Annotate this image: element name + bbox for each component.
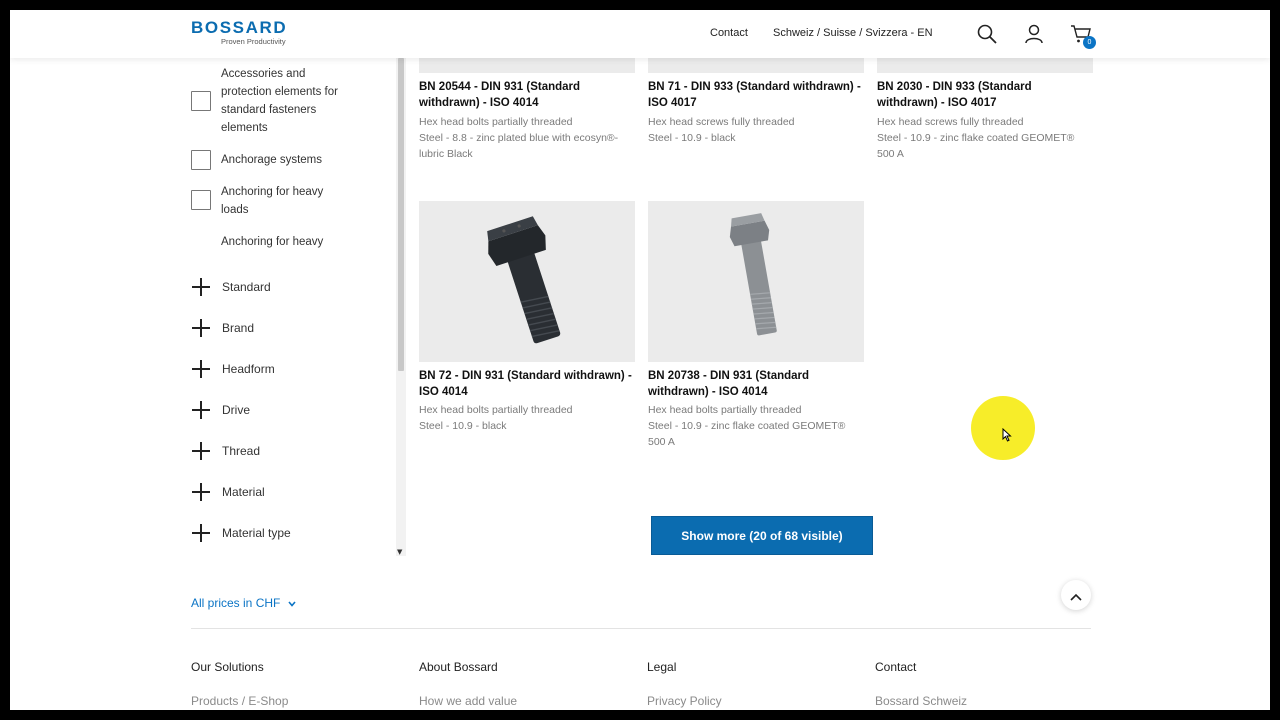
product-spec: Steel - 10.9 - black bbox=[419, 420, 507, 432]
product-spec: Steel - 10.9 - zinc flake coated GEOMET®… bbox=[877, 132, 1075, 160]
plus-icon bbox=[191, 482, 211, 502]
bossard-logo[interactable]: BOSSARD Proven Productivity bbox=[191, 19, 287, 47]
user-icon[interactable] bbox=[1023, 23, 1045, 45]
currency-selector[interactable]: All prices in CHF bbox=[191, 596, 296, 610]
product-type: Hex head screws fully threaded bbox=[877, 116, 1024, 128]
product-type: Hex head screws fully threaded bbox=[648, 116, 795, 128]
product-type: Hex head bolts partially threaded bbox=[648, 404, 802, 416]
plus-icon bbox=[191, 359, 211, 379]
site-header: BOSSARD Proven Productivity Contact Schw… bbox=[10, 10, 1270, 58]
checkbox[interactable] bbox=[191, 91, 211, 111]
filter-option-anchoring-heavy-loads[interactable]: Anchoring for heavy loads bbox=[191, 183, 351, 219]
facet-headform[interactable]: Headform bbox=[191, 359, 275, 379]
product-spec: Steel - 10.9 - zinc flake coated GEOMET®… bbox=[648, 420, 846, 448]
facet-standard[interactable]: Standard bbox=[191, 277, 271, 297]
footer-heading-about-bossard: About Bossard bbox=[419, 660, 498, 674]
checkbox[interactable] bbox=[191, 190, 211, 210]
product-image[interactable] bbox=[648, 58, 864, 73]
back-to-top-button[interactable] bbox=[1061, 580, 1091, 610]
footer-heading-our-solutions: Our Solutions bbox=[191, 660, 264, 674]
logo-tagline: Proven Productivity bbox=[221, 37, 286, 46]
footer-divider bbox=[191, 628, 1091, 629]
mouse-pointer-icon bbox=[1002, 427, 1012, 446]
facet-material-type[interactable]: Material type bbox=[191, 523, 291, 543]
plus-icon bbox=[191, 400, 211, 420]
scrollbar-thumb[interactable] bbox=[398, 58, 404, 371]
filter-option-label: Accessories and protection elements for … bbox=[221, 68, 338, 134]
contact-link[interactable]: Contact bbox=[710, 27, 748, 39]
product-image[interactable] bbox=[419, 201, 635, 362]
filter-option-label: Anchoring for heavy bbox=[221, 236, 324, 248]
plus-icon bbox=[191, 523, 211, 543]
filter-option-label: Anchoring for heavy loads bbox=[221, 186, 324, 216]
facet-label: Thread bbox=[222, 444, 261, 458]
facet-label: Material bbox=[222, 485, 265, 499]
checkbox[interactable] bbox=[191, 150, 211, 170]
chevron-down-icon bbox=[288, 596, 296, 610]
search-icon[interactable] bbox=[976, 23, 998, 45]
product-spec: Steel - 8.8 - zinc plated blue with ecos… bbox=[419, 132, 619, 160]
footer-link-products-eshop[interactable]: Products / E-Shop bbox=[191, 694, 288, 708]
currency-label: All prices in CHF bbox=[191, 596, 281, 610]
product-title[interactable]: BN 2030 - DIN 933 (Standard withdrawn) -… bbox=[877, 79, 1093, 111]
facet-material[interactable]: Material bbox=[191, 482, 265, 502]
product-spec: Steel - 10.9 - black bbox=[648, 132, 736, 144]
plus-icon bbox=[191, 318, 211, 338]
plus-icon bbox=[191, 441, 211, 461]
filter-sidebar: Accessories and protection elements for … bbox=[180, 58, 410, 560]
facet-label: Headform bbox=[222, 362, 275, 376]
browser-viewport: BOSSARD Proven Productivity Contact Schw… bbox=[10, 10, 1270, 710]
product-title[interactable]: BN 20738 - DIN 931 (Standard withdrawn) … bbox=[648, 368, 864, 400]
logo-wordmark: BOSSARD bbox=[191, 18, 288, 37]
footer-link-privacy-policy[interactable]: Privacy Policy bbox=[647, 694, 722, 708]
facet-label: Standard bbox=[222, 280, 271, 294]
facet-thread[interactable]: Thread bbox=[191, 441, 260, 461]
filter-option-label: Anchorage systems bbox=[221, 154, 322, 166]
chevron-up-icon bbox=[1070, 586, 1082, 605]
facet-label: Material type bbox=[222, 526, 291, 540]
cart-count-badge: 0 bbox=[1083, 36, 1096, 49]
product-title[interactable]: BN 20544 - DIN 931 (Standard withdrawn) … bbox=[419, 79, 635, 111]
footer-link-how-we-add-value[interactable]: How we add value bbox=[419, 694, 517, 708]
footer-heading-contact: Contact bbox=[875, 660, 917, 674]
region-selector[interactable]: Schweiz / Suisse / Svizzera - EN bbox=[773, 27, 933, 39]
plus-icon bbox=[191, 277, 211, 297]
filter-option-anchorage-systems[interactable]: Anchorage systems bbox=[191, 150, 351, 170]
product-image[interactable] bbox=[419, 58, 635, 73]
show-more-button[interactable]: Show more (20 of 68 visible) bbox=[651, 516, 873, 555]
footer-link-bossard-schweiz[interactable]: Bossard Schweiz bbox=[875, 694, 967, 708]
black-hex-bolt-image bbox=[487, 216, 561, 344]
product-title[interactable]: BN 72 - DIN 931 (Standard withdrawn) - I… bbox=[419, 368, 635, 400]
filter-option-accessories[interactable]: Accessories and protection elements for … bbox=[191, 65, 351, 137]
filter-option-anchoring-heavy[interactable]: Anchoring for heavy bbox=[191, 233, 351, 253]
facet-label: Brand bbox=[222, 321, 255, 335]
scroll-down-arrow-icon[interactable]: ▼ bbox=[397, 548, 402, 556]
facet-label: Drive bbox=[222, 403, 251, 417]
product-image[interactable] bbox=[877, 58, 1093, 73]
product-type: Hex head bolts partially threaded bbox=[419, 404, 573, 416]
facet-drive[interactable]: Drive bbox=[191, 400, 250, 420]
grey-hex-bolt-image bbox=[729, 213, 777, 336]
facet-brand[interactable]: Brand bbox=[191, 318, 254, 338]
footer-heading-legal: Legal bbox=[647, 660, 677, 674]
product-title[interactable]: BN 71 - DIN 933 (Standard withdrawn) - I… bbox=[648, 79, 864, 111]
sidebar-scrollbar[interactable]: ▼ bbox=[396, 58, 406, 556]
product-type: Hex head bolts partially threaded bbox=[419, 116, 573, 128]
product-image[interactable] bbox=[648, 201, 864, 362]
